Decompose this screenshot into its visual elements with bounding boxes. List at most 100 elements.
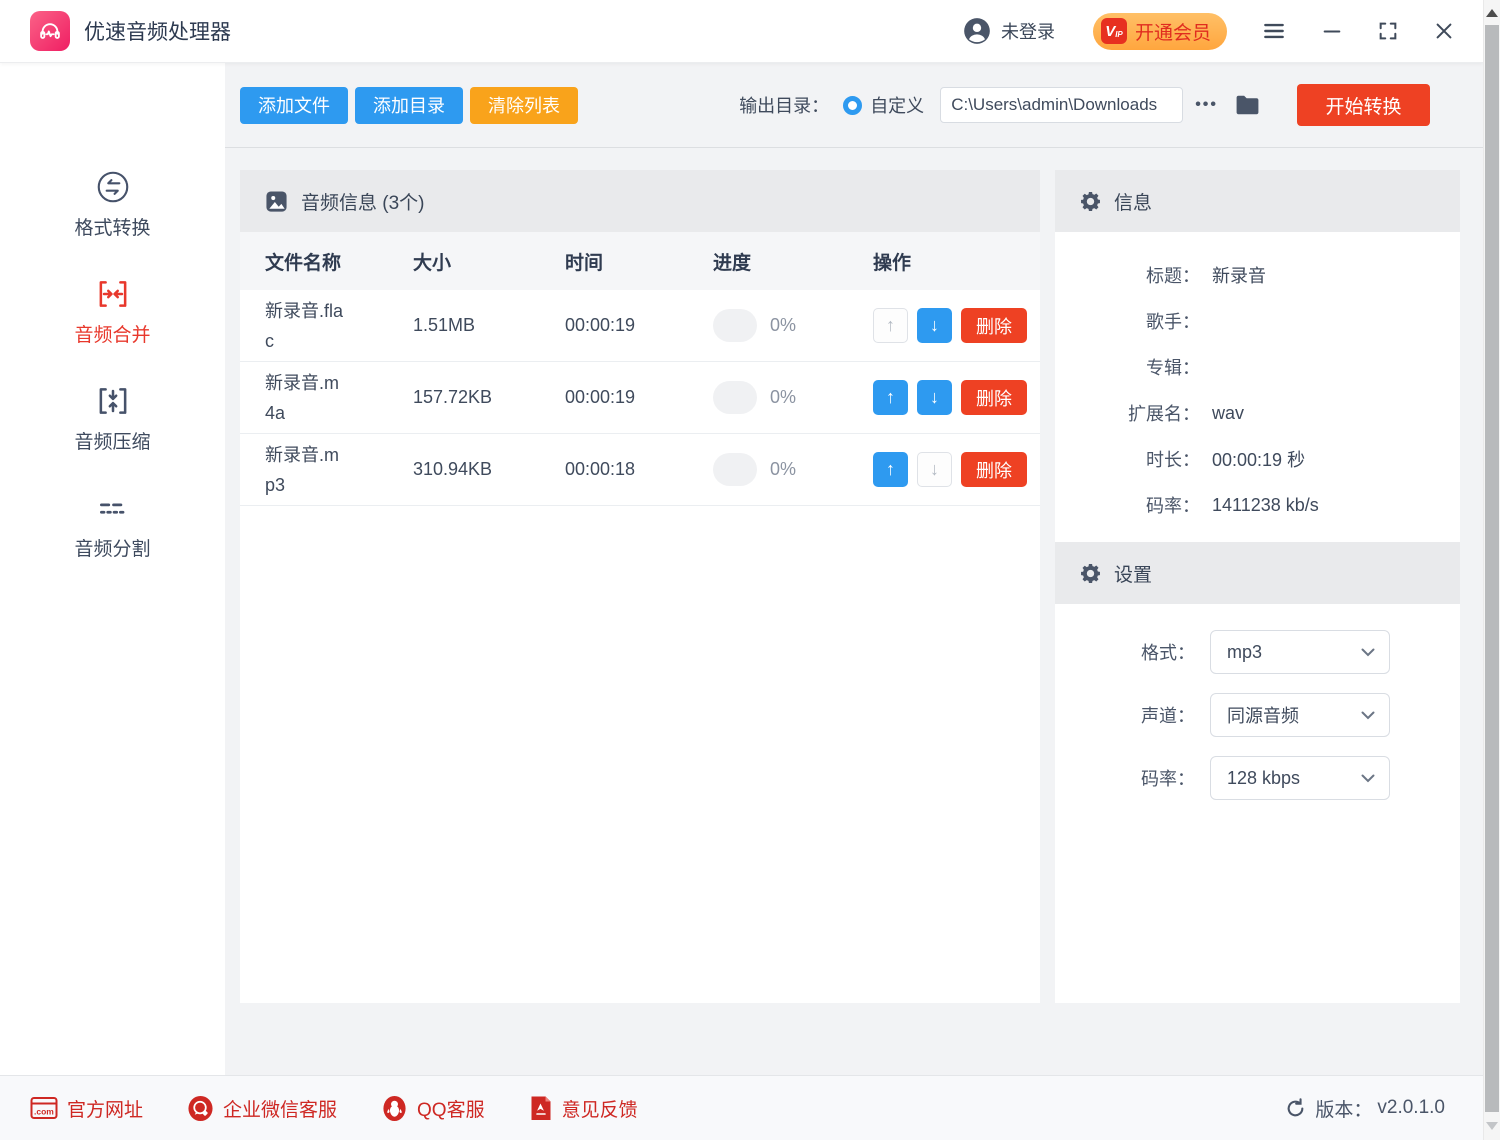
custom-dir-radio[interactable] xyxy=(843,96,862,115)
settings-fields: 格式： mp3 声道： 同源音频 码率： 128 kb xyxy=(1055,604,1460,819)
sidebar-item-audio-compress[interactable]: 音频压缩 xyxy=(0,382,225,454)
progress-indicator xyxy=(713,309,757,342)
delete-button[interactable]: 删除 xyxy=(961,452,1027,487)
sidebar-item-audio-split[interactable]: 音频分割 xyxy=(0,489,225,561)
file-name: 新录音.mp3 xyxy=(265,440,345,500)
audio-merge-icon xyxy=(94,275,132,313)
audio-split-icon xyxy=(94,489,132,527)
field-value: wav xyxy=(1212,403,1244,424)
custom-dir-radio-label: 自定义 xyxy=(870,92,924,118)
format-convert-icon xyxy=(94,168,132,206)
gear-icon xyxy=(1080,191,1101,212)
info-panel-title: 信息 xyxy=(1114,188,1152,215)
clear-list-button[interactable]: 清除列表 xyxy=(470,87,578,124)
maximize-icon xyxy=(1377,20,1399,42)
file-name: 新录音.flac xyxy=(265,296,345,356)
user-account[interactable]: 未登录 xyxy=(963,17,1055,45)
table-header: 文件名称 大小 时间 进度 操作 xyxy=(240,232,1040,290)
sidebar-item-format-convert[interactable]: 格式转换 xyxy=(0,168,225,240)
file-size: 157.72KB xyxy=(413,387,565,408)
file-time: 00:00:19 xyxy=(565,315,713,336)
add-file-button[interactable]: 添加文件 xyxy=(240,87,348,124)
bitrate-label: 码率： xyxy=(1055,765,1195,791)
move-up-button[interactable]: ↑ xyxy=(873,380,908,415)
progress-text: 0% xyxy=(770,459,796,480)
browse-more-button[interactable]: ••• xyxy=(1195,96,1218,114)
file-size: 310.94KB xyxy=(413,459,565,480)
main-area: 添加文件 添加目录 清除列表 输出目录： 自定义 ••• 开始转换 xyxy=(225,63,1483,1075)
col-actions: 操作 xyxy=(873,248,1040,275)
output-path-input[interactable] xyxy=(940,87,1183,123)
vertical-scrollbar[interactable] xyxy=(1483,0,1500,1140)
qq-support-link[interactable]: QQ客服 xyxy=(381,1095,485,1122)
move-up-button[interactable]: ↑ xyxy=(873,452,908,487)
svg-text:.com: .com xyxy=(34,1107,54,1117)
menu-button[interactable] xyxy=(1261,18,1287,44)
official-site-link[interactable]: .com 官方网址 xyxy=(30,1095,143,1122)
toolbar: 添加文件 添加目录 清除列表 输出目录： 自定义 ••• 开始转换 xyxy=(225,63,1483,148)
format-label: 格式： xyxy=(1055,639,1195,665)
version-value: v2.0.1.0 xyxy=(1377,1097,1445,1119)
avatar-icon xyxy=(963,17,991,45)
field-label: 扩展名： xyxy=(1055,400,1200,426)
wechat-support-link[interactable]: 企业微信客服 xyxy=(187,1095,337,1122)
move-down-button[interactable]: ↓ xyxy=(917,380,952,415)
progress-indicator xyxy=(713,381,757,414)
col-filename: 文件名称 xyxy=(265,248,413,275)
table-row: 新录音.flac 1.51MB 00:00:19 0% ↑ ↓ 删除 xyxy=(240,290,1040,362)
folder-icon xyxy=(1234,93,1261,117)
open-folder-button[interactable] xyxy=(1234,93,1261,117)
file-name: 新录音.m4a xyxy=(265,368,345,428)
delete-button[interactable]: 删除 xyxy=(961,308,1027,343)
audio-compress-icon xyxy=(94,382,132,420)
login-status: 未登录 xyxy=(1001,18,1055,44)
table-row: 新录音.mp3 310.94KB 00:00:18 0% ↑ ↓ 删除 xyxy=(240,434,1040,506)
refresh-icon xyxy=(1285,1098,1306,1119)
app-window: 优速音频处理器 未登录 VIP 开通会员 xyxy=(0,0,1500,1140)
field-value: 00:00:19 秒 xyxy=(1212,446,1305,472)
close-icon xyxy=(1433,20,1455,42)
minimize-icon xyxy=(1321,20,1343,42)
file-time: 00:00:19 xyxy=(565,387,713,408)
app-logo-headphones-icon xyxy=(30,11,70,51)
close-button[interactable] xyxy=(1433,20,1455,42)
minimize-button[interactable] xyxy=(1321,20,1343,42)
field-label: 码率： xyxy=(1055,492,1200,518)
settings-panel-header: 设置 xyxy=(1055,542,1460,604)
feedback-link[interactable]: 意见反馈 xyxy=(529,1095,638,1122)
website-icon: .com xyxy=(30,1096,58,1120)
feedback-icon xyxy=(529,1095,553,1122)
open-vip-button[interactable]: VIP 开通会员 xyxy=(1093,13,1227,50)
file-time: 00:00:18 xyxy=(565,459,713,480)
hamburger-icon xyxy=(1261,18,1287,44)
col-time: 时间 xyxy=(565,248,713,275)
field-value: 1411238 kb/s xyxy=(1212,495,1319,516)
file-list-panel: 音频信息 (3个) 文件名称 大小 时间 进度 操作 新录音.flac 1.51… xyxy=(240,170,1040,1003)
qq-icon xyxy=(381,1095,408,1122)
add-folder-button[interactable]: 添加目录 xyxy=(355,87,463,124)
version-info: 版本：v2.0.1.0 xyxy=(1285,1095,1445,1122)
start-convert-button[interactable]: 开始转换 xyxy=(1297,84,1430,126)
progress-indicator xyxy=(713,453,757,486)
channel-select[interactable]: 同源音频 xyxy=(1210,693,1390,737)
scrollbar-thumb[interactable] xyxy=(1485,25,1499,1112)
progress-text: 0% xyxy=(770,315,796,336)
bitrate-select[interactable]: 128 kbps xyxy=(1210,756,1390,800)
settings-panel-title: 设置 xyxy=(1114,560,1152,587)
footer: .com 官方网址 企业微信客服 QQ客服 xyxy=(0,1075,1483,1140)
info-fields: 标题：新录音 歌手： 专辑： 扩展名：wav 时长：00:00:19 秒 码率：… xyxy=(1055,232,1460,542)
output-dir-label: 输出目录： xyxy=(739,92,829,118)
move-down-button[interactable]: ↓ xyxy=(917,308,952,343)
file-panel-header: 音频信息 (3个) xyxy=(240,170,1040,232)
move-down-button[interactable]: ↓ xyxy=(917,452,952,487)
chevron-down-icon xyxy=(1361,711,1375,720)
format-select[interactable]: mp3 xyxy=(1210,630,1390,674)
maximize-button[interactable] xyxy=(1377,20,1399,42)
delete-button[interactable]: 删除 xyxy=(961,380,1027,415)
sidebar-item-audio-merge[interactable]: 音频合并 xyxy=(0,275,225,347)
scrollbar-up-arrow[interactable] xyxy=(1484,0,1500,25)
field-label: 歌手： xyxy=(1055,308,1200,334)
chevron-down-icon xyxy=(1361,648,1375,657)
scrollbar-down-arrow[interactable] xyxy=(1484,1112,1500,1140)
move-up-button[interactable]: ↑ xyxy=(873,308,908,343)
